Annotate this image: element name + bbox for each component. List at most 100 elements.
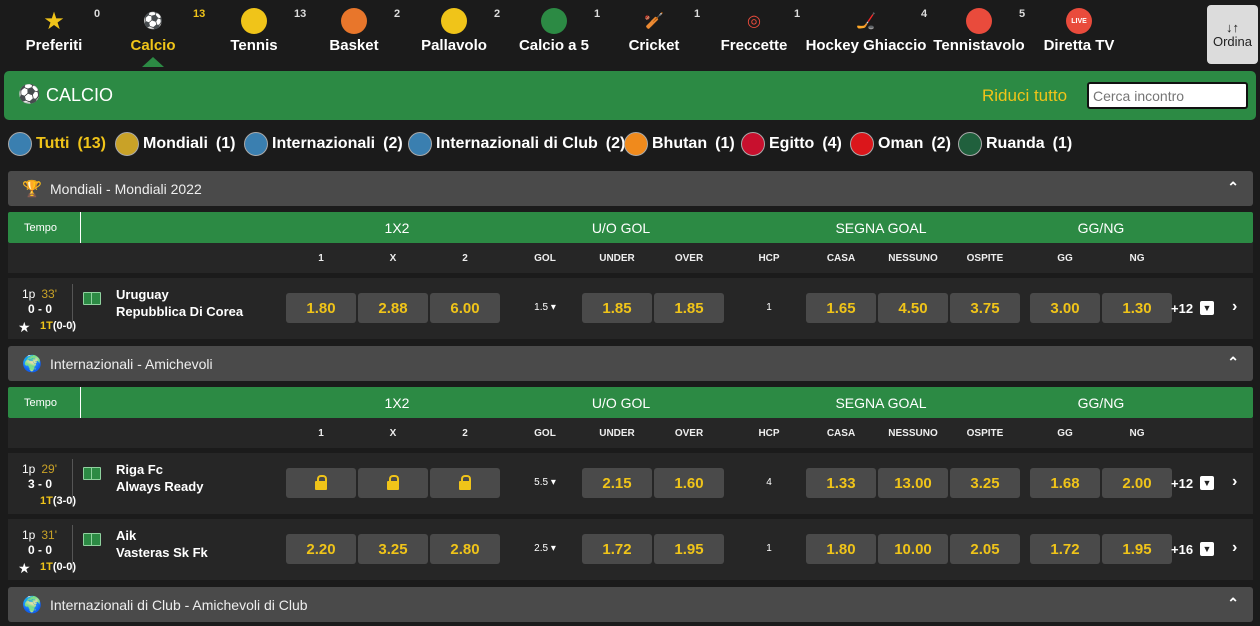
goal-line-select[interactable]: 1.5 ▾	[530, 302, 560, 313]
filter-bhutan[interactable]: Bhutan (1)	[624, 129, 735, 159]
lock-icon	[459, 475, 471, 490]
market-column-label: GOL	[534, 428, 556, 439]
odd-button[interactable]: 1.72	[582, 534, 652, 564]
expand-dropdown-icon[interactable]: ▼	[1200, 542, 1214, 556]
goal-line-select[interactable]: 5.5 ▾	[530, 477, 560, 488]
locked-odd-button[interactable]	[286, 468, 356, 498]
odd-button[interactable]: 3.00	[1030, 293, 1100, 323]
ping-pong-icon	[966, 8, 992, 34]
market-column-label: UNDER	[599, 428, 635, 439]
chevron-right-icon[interactable]: ›	[1232, 473, 1237, 491]
odd-button[interactable]: 2.15	[582, 468, 652, 498]
globe-icon	[408, 132, 432, 156]
collapse-all-link[interactable]: Riduci tutto	[982, 86, 1067, 106]
sort-button[interactable]: ↓↑ Ordina	[1207, 5, 1258, 64]
filter-egitto[interactable]: Egitto (4)	[741, 129, 842, 159]
odd-button[interactable]: 2.88	[358, 293, 428, 323]
filter-count: (2)	[383, 135, 403, 152]
favorite-star-icon[interactable]: ★	[18, 560, 31, 577]
match-period: 1p	[22, 462, 36, 476]
more-markets-count[interactable]: +16	[1171, 542, 1193, 557]
more-markets-count[interactable]: +12	[1171, 301, 1193, 316]
odd-button[interactable]: 2.80	[430, 534, 500, 564]
chevron-up-icon[interactable]: ⌃	[1227, 595, 1239, 612]
market-group-label: GG/NG	[1077, 395, 1125, 411]
match-time: 1p 33'	[22, 287, 57, 301]
locked-odd-button[interactable]	[430, 468, 500, 498]
chevron-right-icon[interactable]: ›	[1232, 298, 1237, 316]
half-time-score: 1T(3-0)	[40, 495, 76, 507]
filter-mondiali[interactable]: Mondiali (1)	[115, 129, 235, 159]
sport-label: Cricket	[628, 37, 680, 54]
market-column-label: GG	[1057, 253, 1073, 264]
match-teams[interactable]: Uruguay Repubblica Di Corea	[116, 286, 243, 320]
market-column-label: HCP	[758, 253, 780, 264]
odd-button[interactable]: 2.05	[950, 534, 1020, 564]
odd-button[interactable]: 1.68	[1030, 468, 1100, 498]
competition-header[interactable]: 🌍 Internazionali - Amichevoli ⌃	[8, 346, 1253, 381]
odd-button[interactable]: 3.25	[358, 534, 428, 564]
odd-button[interactable]: 6.00	[430, 293, 500, 323]
filter-label: Bhutan	[652, 135, 708, 152]
filter-count: (2)	[931, 135, 951, 152]
chevron-up-icon[interactable]: ⌃	[1227, 354, 1239, 371]
favorite-star-icon[interactable]: ★	[18, 319, 31, 336]
filter-internazionali-di-club[interactable]: Internazionali di Club (2)	[408, 129, 625, 159]
search-match-input[interactable]	[1087, 82, 1248, 109]
chevron-up-icon[interactable]: ⌃	[1227, 179, 1239, 196]
filter-internazionali[interactable]: Internazionali (2)	[244, 129, 403, 159]
odd-button[interactable]: 10.00	[878, 534, 948, 564]
odd-button[interactable]: 2.00	[1102, 468, 1172, 498]
competition-header[interactable]: 🏆 Mondiali - Mondiali 2022 ⌃	[8, 171, 1253, 206]
filter-ruanda[interactable]: Ruanda (1)	[958, 129, 1072, 159]
chevron-right-icon[interactable]: ›	[1232, 539, 1237, 557]
odd-button[interactable]: 1.80	[806, 534, 876, 564]
filter-oman[interactable]: Oman (2)	[850, 129, 951, 159]
sport-tab-freccette[interactable]: ◎ Freccette 1	[694, 0, 814, 66]
odd-button[interactable]: 1.80	[286, 293, 356, 323]
odd-button[interactable]: 13.00	[878, 468, 948, 498]
market-group-label: GG/NG	[1077, 220, 1125, 236]
half-label: 1T	[40, 320, 53, 332]
market-group-header: Tempo 1X2 U/O GOL SEGNA GOAL GG/NG	[8, 387, 1253, 418]
live-pitch-icon[interactable]	[83, 292, 101, 305]
odd-button[interactable]: 1.85	[654, 293, 724, 323]
sport-tab-hockey-ghiaccio[interactable]: 🏒 Hockey Ghiaccio 4	[806, 0, 928, 66]
live-pitch-icon[interactable]	[83, 533, 101, 546]
odd-button[interactable]: 1.95	[654, 534, 724, 564]
market-column-label: GOL	[534, 253, 556, 264]
section-header-bar: ⚽ CALCIO Riduci tutto	[4, 71, 1256, 120]
sport-label: Calcio a 5	[518, 37, 590, 54]
competition-header[interactable]: 🌍 Internazionali di Club - Amichevoli di …	[8, 587, 1253, 622]
more-markets-count[interactable]: +12	[1171, 476, 1193, 491]
odd-button[interactable]: 1.85	[582, 293, 652, 323]
odd-button[interactable]: 3.75	[950, 293, 1020, 323]
filter-tutti[interactable]: Tutti (13)	[8, 129, 106, 159]
odd-button[interactable]: 4.50	[878, 293, 948, 323]
market-column-label: 1	[318, 253, 324, 264]
match-row: 1p 33' 0 - 0 ★ 1T(0-0) Uruguay Repubblica Di C…	[8, 277, 1253, 339]
separator	[72, 459, 73, 507]
locked-odd-button[interactable]	[358, 468, 428, 498]
odd-button[interactable]: 2.20	[286, 534, 356, 564]
live-pitch-icon[interactable]	[83, 467, 101, 480]
odd-button[interactable]: 1.65	[806, 293, 876, 323]
match-teams[interactable]: Aik Vasteras Sk Fk	[116, 527, 208, 561]
odd-button[interactable]: 1.33	[806, 468, 876, 498]
match-score: 0 - 0	[28, 543, 53, 557]
expand-dropdown-icon[interactable]: ▼	[1200, 476, 1214, 490]
goal-line-select[interactable]: 2.5 ▾	[530, 543, 560, 554]
market-column-label: 2	[462, 428, 468, 439]
odd-button[interactable]: 1.72	[1030, 534, 1100, 564]
odd-button[interactable]: 3.25	[950, 468, 1020, 498]
sport-count: 1	[794, 8, 801, 20]
home-team: Riga Fc	[116, 462, 163, 477]
odd-button[interactable]: 1.30	[1102, 293, 1172, 323]
match-teams[interactable]: Riga Fc Always Ready	[116, 461, 203, 495]
odd-button[interactable]: 1.95	[1102, 534, 1172, 564]
sport-tab-diretta-tv[interactable]: LIVE Diretta TV	[1019, 0, 1139, 66]
odd-button[interactable]: 1.60	[654, 468, 724, 498]
tempo-label: Tempo	[24, 397, 58, 409]
market-column-label: GG	[1057, 428, 1073, 439]
expand-dropdown-icon[interactable]: ▼	[1200, 301, 1214, 315]
